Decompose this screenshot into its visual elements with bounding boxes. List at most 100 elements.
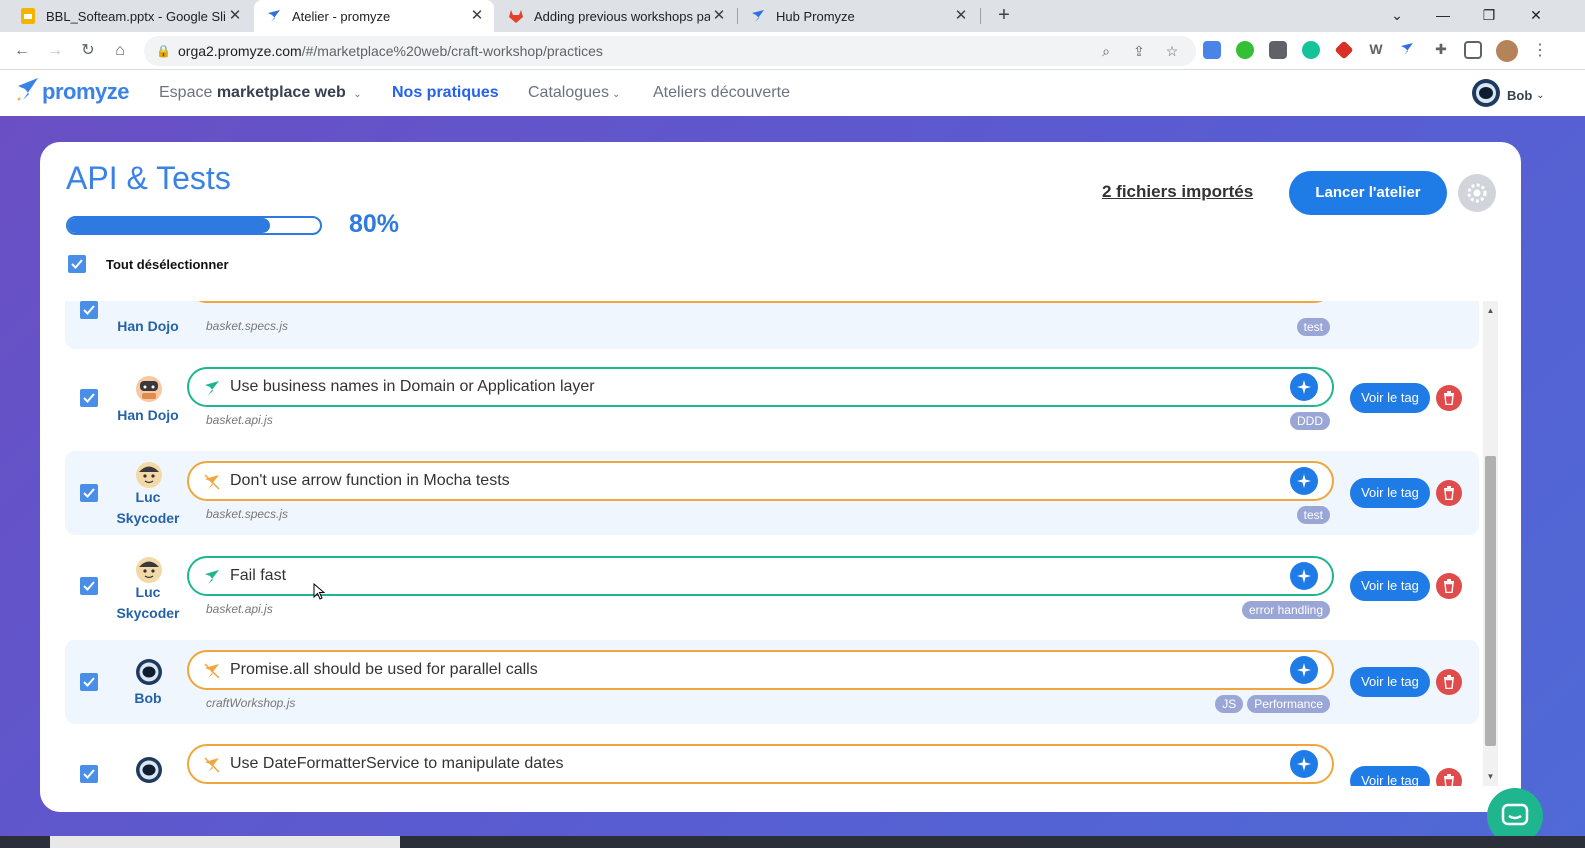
green-extension-icon[interactable] xyxy=(1236,41,1254,59)
minimize-icon[interactable]: — xyxy=(1420,0,1466,32)
space-name: marketplace web xyxy=(216,84,346,101)
author-name: Bob xyxy=(134,690,162,706)
translate-extension-icon[interactable] xyxy=(1203,41,1221,59)
nav-catalogues[interactable]: Catalogues ⌄ xyxy=(528,84,620,102)
forward-icon[interactable]: → xyxy=(43,39,67,63)
practice-checkbox[interactable] xyxy=(80,484,98,502)
author-name: Luc Skycoder xyxy=(116,584,180,621)
practice-title-field[interactable]: Fail fast xyxy=(187,556,1334,596)
practice-title: Fail fast xyxy=(230,567,287,584)
delete-trash-icon[interactable] xyxy=(1436,573,1462,599)
practice-file: basket.specs.js xyxy=(206,319,289,333)
progress-bar xyxy=(66,216,322,235)
settings-gear-icon[interactable] xyxy=(1458,174,1496,212)
progress-percent: 80% xyxy=(349,210,400,238)
nav-ateliers-decouverte[interactable]: Ateliers découverte xyxy=(653,84,790,102)
view-tag-button[interactable]: Voir le tag xyxy=(1350,766,1430,786)
practice-checkbox[interactable] xyxy=(80,301,98,319)
promyze-rocket-icon xyxy=(750,8,766,24)
imported-files-link[interactable]: 2 fichiers importés xyxy=(1102,182,1253,202)
browser-tab-slides[interactable]: BBL_Softeam.pptx - Google Slides ✕ xyxy=(8,0,252,32)
grammarly-icon[interactable] xyxy=(1302,41,1320,59)
chevron-down-icon: ⌄ xyxy=(353,89,362,100)
url-bar[interactable]: 🔒 orga2.promyze.com/#/marketplace%20web/… xyxy=(144,36,1196,66)
sparkle-icon[interactable] xyxy=(1290,750,1318,778)
bookmark-star-icon[interactable]: ☆ xyxy=(1163,42,1181,60)
space-selector[interactable]: Espace marketplace web ⌄ xyxy=(159,84,362,102)
view-tag-button[interactable]: Voir le tag xyxy=(1350,571,1430,601)
close-tab-icon[interactable]: ✕ xyxy=(226,7,244,25)
list-scrollbar[interactable]: ▲ ▼ xyxy=(1483,301,1498,786)
sparkle-icon[interactable] xyxy=(1290,373,1318,401)
delete-trash-icon[interactable] xyxy=(1436,768,1462,786)
promyze-extension-icon[interactable] xyxy=(1399,41,1417,59)
delete-trash-icon[interactable] xyxy=(1436,385,1462,411)
practice-checkbox[interactable] xyxy=(80,577,98,595)
red-extension-icon[interactable] xyxy=(1334,40,1354,60)
home-icon[interactable]: ⌂ xyxy=(108,39,132,63)
browser-tab-hub[interactable]: Hub Promyze ✕ xyxy=(738,0,978,32)
profile-avatar[interactable] xyxy=(1496,40,1518,62)
rocket-off-icon xyxy=(203,756,221,774)
delete-trash-icon[interactable] xyxy=(1436,669,1462,695)
view-tag-button[interactable]: Voir le tag xyxy=(1350,667,1430,697)
mouse-cursor-icon xyxy=(313,582,326,606)
tag-badge: JS xyxy=(1215,695,1244,713)
url-path: /#/marketplace%20web/craft-workshop/prac… xyxy=(301,43,603,59)
chevron-down-icon: ⌄ xyxy=(1536,90,1545,101)
nav-nos-pratiques[interactable]: Nos pratiques xyxy=(392,84,499,102)
new-tab-icon[interactable]: + xyxy=(992,4,1016,28)
sparkle-icon[interactable] xyxy=(1290,467,1318,495)
extensions-puzzle-icon[interactable]: ✚ xyxy=(1432,41,1450,59)
browser-tab-atelier[interactable]: Atelier - promyze ✕ xyxy=(254,0,494,32)
zoom-icon[interactable]: ⌕ xyxy=(1097,42,1115,60)
tab-search-icon[interactable]: ⌄ xyxy=(1374,0,1420,32)
practice-file: craftWorkshop.js xyxy=(206,696,296,710)
browser-menu-icon[interactable]: ⋮ xyxy=(1528,39,1552,63)
close-tab-icon[interactable]: ✕ xyxy=(952,7,970,25)
close-tab-icon[interactable]: ✕ xyxy=(710,7,728,25)
reload-icon[interactable]: ↻ xyxy=(76,39,100,63)
user-avatar xyxy=(1471,78,1501,113)
launch-workshop-button[interactable]: Lancer l'atelier xyxy=(1289,171,1447,215)
practice-title-field[interactable]: Use business names in Domain or Applicat… xyxy=(187,367,1334,407)
back-icon[interactable]: ← xyxy=(10,39,34,63)
practice-row: Use DateFormatterService to manipulate d… xyxy=(65,734,1479,786)
practice-title-field[interactable] xyxy=(187,301,1334,303)
restore-icon[interactable]: ❐ xyxy=(1466,0,1512,32)
address-toolbar: ← → ↻ ⌂ 🔒 orga2.promyze.com/#/marketplac… xyxy=(0,32,1585,70)
practice-title-field[interactable]: Don't use arrow function in Mocha tests xyxy=(187,461,1334,501)
taskbar-strip xyxy=(0,836,1585,848)
practice-title-field[interactable]: Use DateFormatterService to manipulate d… xyxy=(187,744,1334,784)
lock-icon[interactable]: 🔒 xyxy=(156,44,171,58)
practice-list: Use DateFormatterService to manipulate d… xyxy=(65,301,1505,786)
delete-trash-icon[interactable] xyxy=(1436,480,1462,506)
practice-checkbox[interactable] xyxy=(80,389,98,407)
sparkle-icon[interactable] xyxy=(1290,562,1318,590)
tag-badge: Performance xyxy=(1247,695,1330,713)
practice-checkbox[interactable] xyxy=(80,673,98,691)
close-window-icon[interactable]: ✕ xyxy=(1513,0,1559,32)
w-extension-icon[interactable]: W xyxy=(1367,41,1385,59)
user-menu[interactable]: Bob ⌄ xyxy=(1471,78,1545,113)
logo-text: promyze xyxy=(42,78,129,104)
scroll-up-arrow-icon[interactable]: ▲ xyxy=(1483,303,1498,318)
practice-tags: JS Performance xyxy=(1215,695,1330,713)
practice-title-field[interactable]: Promise.all should be used for parallel … xyxy=(187,650,1334,690)
side-panel-icon[interactable] xyxy=(1464,41,1482,59)
select-all-checkbox[interactable] xyxy=(68,255,86,273)
share-icon[interactable]: ⇪ xyxy=(1130,42,1148,60)
image-extension-icon[interactable] xyxy=(1269,41,1287,59)
view-tag-button[interactable]: Voir le tag xyxy=(1350,383,1430,413)
browser-tab-gitlab[interactable]: Adding previous workshops page ✕ xyxy=(496,0,736,32)
sparkle-icon[interactable] xyxy=(1290,656,1318,684)
promyze-logo[interactable]: promyze xyxy=(16,76,129,107)
scrollbar-thumb[interactable] xyxy=(1485,456,1496,746)
close-tab-icon[interactable]: ✕ xyxy=(468,7,486,25)
rocket-icon xyxy=(203,568,221,586)
practice-checkbox[interactable] xyxy=(80,765,98,783)
select-all-label[interactable]: Tout désélectionner xyxy=(106,257,229,272)
view-tag-button[interactable]: Voir le tag xyxy=(1350,478,1430,508)
scroll-down-arrow-icon[interactable]: ▼ xyxy=(1483,769,1498,784)
practice-tags: test xyxy=(1296,506,1330,524)
